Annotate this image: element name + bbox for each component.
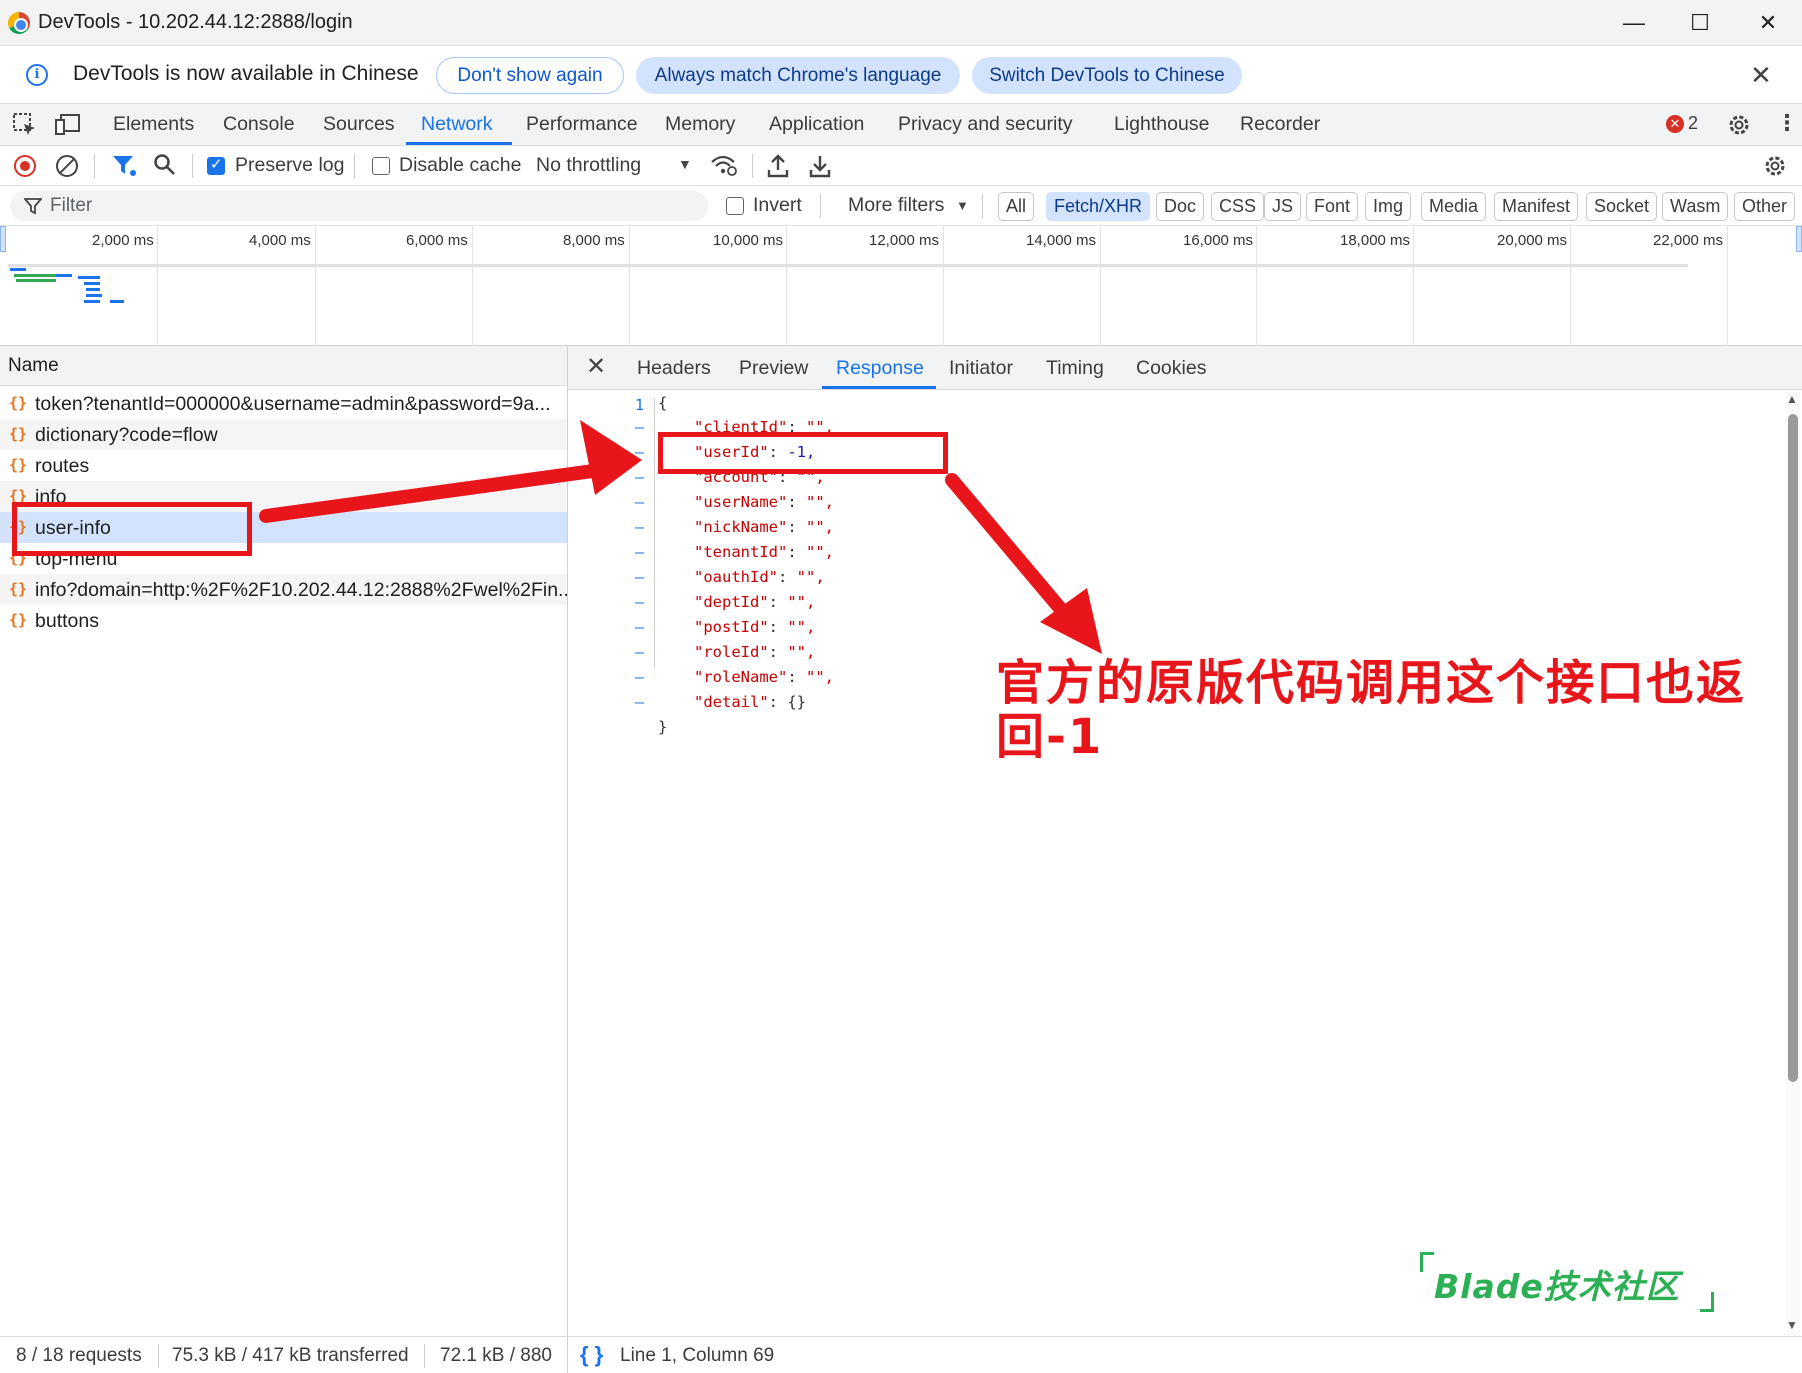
annotation-arrow-to-note (945, 473, 1102, 654)
watermark-bracket-right (1700, 1292, 1714, 1312)
annotation-arrow-to-response (259, 420, 642, 523)
watermark: Blade技术社区 (1434, 1267, 1680, 1306)
watermark-bracket-left (1420, 1252, 1434, 1272)
annotation-note: 官方的原版代码调用这个接口也返回-1 (996, 655, 1747, 765)
